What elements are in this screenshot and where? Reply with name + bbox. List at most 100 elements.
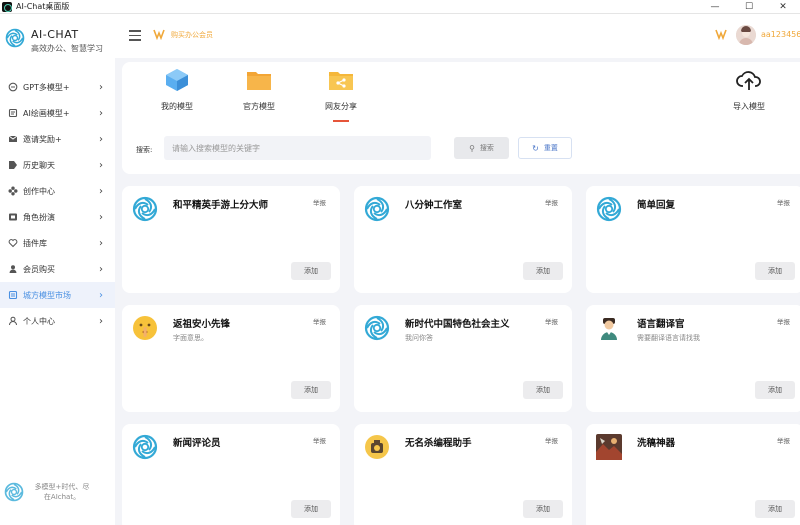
tab-label: 我的模型 (161, 102, 193, 111)
translator-avatar-icon (601, 318, 617, 340)
report-link[interactable]: 举报 (545, 435, 558, 445)
card-title: 返祖安小先锋 (173, 319, 231, 330)
sidebar-item-membership[interactable]: 会员购买 › (0, 256, 115, 282)
report-link[interactable]: 举报 (777, 316, 790, 326)
report-link[interactable]: 举报 (313, 435, 326, 445)
add-button[interactable]: 添加 (755, 262, 795, 280)
add-button[interactable]: 添加 (523, 262, 563, 280)
sidebar-item-ai-drawing[interactable]: AI绘画模型+ › (0, 100, 115, 126)
sidebar-item-label: 会员购买 (23, 264, 55, 274)
card-title: 洗稿神器 (637, 438, 676, 449)
person-icon (8, 316, 18, 326)
refresh-icon: ↻ (532, 143, 539, 153)
close-button[interactable]: ✕ (766, 0, 800, 14)
chevron-right-icon: › (99, 81, 103, 93)
sidebar: AI-CHAT 高效办公、智慧学习 GPT多模型+ › AI绘画模型+ › 邀请… (0, 14, 115, 525)
chevron-right-icon: › (99, 315, 103, 327)
brand: AI-CHAT 高效办公、智慧学习 (5, 28, 103, 54)
sidebar-item-creation[interactable]: 创作中心 › (0, 178, 115, 204)
avatar[interactable] (736, 25, 756, 45)
import-model-button[interactable]: 导入模型 (719, 68, 779, 112)
model-card[interactable]: 新闻评论员 举报 添加 (122, 424, 340, 525)
openai-icon (364, 196, 390, 222)
add-button[interactable]: 添加 (291, 500, 331, 518)
chevron-right-icon: › (99, 107, 103, 119)
model-card[interactable]: 新时代中国特色社会主义 我问你答 举报 添加 (354, 305, 572, 412)
sidebar-item-roleplay[interactable]: 角色扮演 › (0, 204, 115, 230)
window-titlebar: AI-Chat桌面版 — ☐ ✕ (0, 0, 800, 14)
search-button[interactable]: ⚲ 搜索 (454, 137, 509, 159)
tab-label: 网友分享 (325, 102, 357, 111)
card-title: 简单回复 (637, 200, 676, 211)
add-button[interactable]: 添加 (291, 262, 331, 280)
report-link[interactable]: 举报 (313, 316, 326, 326)
report-link[interactable]: 举报 (545, 316, 558, 326)
model-card[interactable]: 无名杀编程助手 举报 添加 (354, 424, 572, 525)
chat-icon (8, 82, 18, 92)
add-button[interactable]: 添加 (523, 500, 563, 518)
model-card[interactable]: 返祖安小先锋 字面意思。 举报 添加 (122, 305, 340, 412)
chevron-right-icon: › (99, 185, 103, 197)
top-header: 购买办公会员 aa123456 (115, 14, 800, 58)
card-title: 八分钟工作室 (405, 200, 463, 211)
sidebar-item-invite[interactable]: 邀请奖励+ › (0, 126, 115, 152)
sidebar-item-plugins[interactable]: 插件库 › (0, 230, 115, 256)
search-label: 搜索: (136, 146, 153, 154)
model-card[interactable]: 和平精英手游上分大师 举报 添加 (122, 186, 340, 293)
reset-button[interactable]: ↻ 重置 (518, 137, 572, 159)
chevron-right-icon: › (99, 159, 103, 171)
report-link[interactable]: 举报 (545, 197, 558, 207)
minimize-button[interactable]: — (698, 0, 732, 14)
sidebar-item-model-market[interactable]: 城方模型市场 › (0, 282, 115, 308)
add-button[interactable]: 添加 (291, 381, 331, 399)
menu-icon[interactable] (129, 30, 141, 41)
add-button[interactable]: 添加 (523, 381, 563, 399)
report-link[interactable]: 举报 (777, 197, 790, 207)
card-title: 语言翻译官 (637, 319, 685, 330)
tab-user-shared[interactable]: 网友分享 (311, 68, 371, 122)
buy-membership-link[interactable]: 购买办公会员 (171, 30, 213, 40)
search-button-label: 搜索 (479, 144, 494, 152)
vip-icon (153, 29, 165, 40)
card-title: 新闻评论员 (173, 438, 221, 449)
sidebar-item-label: 创作中心 (23, 186, 55, 196)
add-button[interactable]: 添加 (755, 381, 795, 399)
openai-icon (132, 196, 158, 222)
tab-label: 官方模型 (243, 102, 275, 111)
cloud-upload-icon (736, 71, 761, 90)
folder-icon (247, 72, 271, 90)
footer-text: 多模型+时代、尽在AIchat。 (34, 483, 90, 501)
maximize-button[interactable]: ☐ (732, 0, 766, 14)
sidebar-item-label: GPT多模型+ (23, 82, 70, 92)
tab-official-models[interactable]: 官方模型 (229, 68, 289, 112)
brand-slogan: 高效办公、智慧学习 (31, 44, 103, 53)
report-link[interactable]: 举报 (313, 197, 326, 207)
model-card[interactable]: 八分钟工作室 举报 添加 (354, 186, 572, 293)
reset-button-label: 重置 (543, 144, 558, 152)
user-icon (8, 264, 18, 274)
import-label: 导入模型 (733, 102, 765, 111)
username[interactable]: aa123456 (761, 30, 800, 39)
window-controls: — ☐ ✕ (698, 0, 800, 14)
sidebar-item-label: 插件库 (23, 238, 47, 248)
model-card[interactable]: 简单回复 举报 添加 (586, 186, 800, 293)
search-icon: ⚲ (469, 143, 475, 153)
window-title: AI-Chat桌面版 (16, 2, 70, 11)
mail-icon (8, 134, 18, 144)
search-input[interactable] (164, 136, 431, 160)
game-art-icon (596, 434, 622, 460)
folder-icon (8, 212, 18, 222)
sidebar-item-profile[interactable]: 个人中心 › (0, 308, 115, 334)
add-button[interactable]: 添加 (755, 500, 795, 518)
vip-icon[interactable] (715, 28, 727, 40)
tab-my-models[interactable]: 我的模型 (147, 68, 207, 112)
model-card[interactable]: 语言翻译官 需要翻译语言请找我 举报 添加 (586, 305, 800, 412)
card-title: 和平精英手游上分大师 (173, 200, 269, 211)
sidebar-item-history[interactable]: 历史聊天 › (0, 152, 115, 178)
active-tab-indicator (333, 120, 349, 122)
card-desc: 需要翻译语言请找我 (637, 334, 700, 342)
sidebar-item-label: 邀请奖励+ (23, 134, 62, 144)
model-card[interactable]: 洗稿神器 举报 添加 (586, 424, 800, 525)
sidebar-item-gpt-models[interactable]: GPT多模型+ › (0, 74, 115, 100)
report-link[interactable]: 举报 (777, 435, 790, 445)
